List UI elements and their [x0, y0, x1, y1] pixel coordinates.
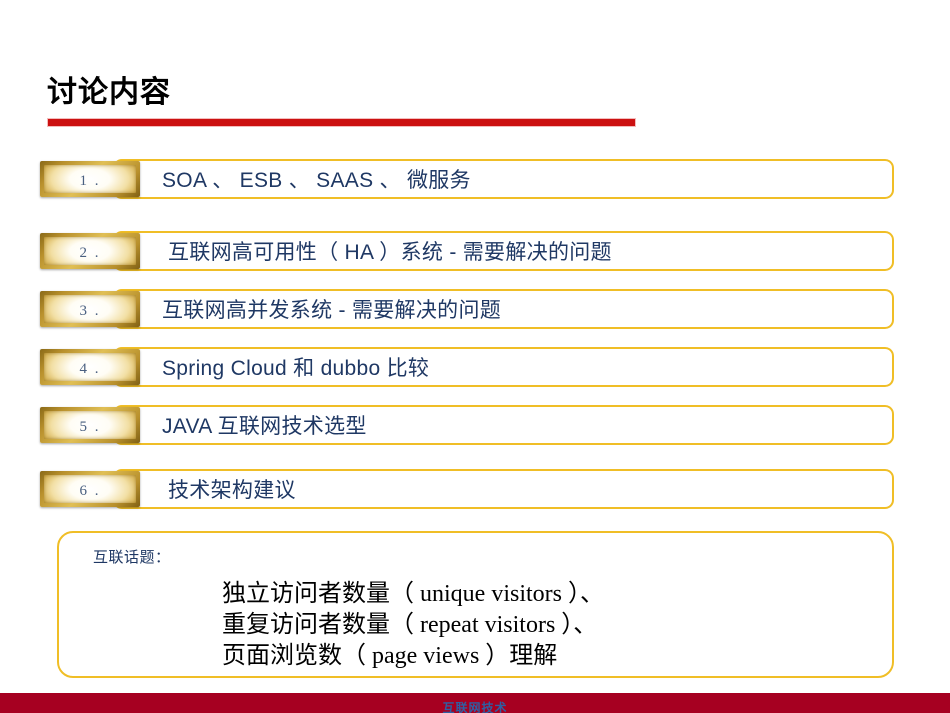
note-line: 重复访问者数量（ repeat visitors ）、 [222, 612, 598, 638]
agenda-row[interactable]: 3 . 互联网高并发系统 - 需要解决的问题 [40, 289, 894, 329]
agenda-number-label: 4 . [79, 360, 101, 377]
agenda-row[interactable]: 2 . 互联网高可用性（ HA ）系统 - 需要解决的问题 [40, 231, 894, 271]
agenda-number-badge: 3 . [40, 291, 140, 327]
note-line: 独立访问者数量（ unique visitors ）、 [222, 581, 604, 607]
agenda-number-badge-inner: 6 . [44, 475, 136, 503]
agenda-number-badge-inner: 4 . [44, 353, 136, 381]
agenda-number-badge: 1 . [40, 161, 140, 197]
agenda-number-badge: 4 . [40, 349, 140, 385]
note-body: 独立访问者数量（ unique visitors ）、 重复访问者数量（ rep… [222, 579, 604, 672]
footer-label: 互联网技术 [442, 701, 508, 713]
agenda-number-badge-inner: 1 . [44, 165, 136, 193]
agenda-number-badge-inner: 5 . [44, 411, 136, 439]
agenda-number-label: 5 . [79, 418, 101, 435]
agenda-row[interactable]: 1 . SOA 、 ESB 、 SAAS 、 微服务 [40, 159, 894, 199]
agenda-number-label: 1 . [79, 172, 101, 189]
agenda-item-label: SOA 、 ESB 、 SAAS 、 微服务 [162, 169, 471, 192]
agenda-number-badge: 2 . [40, 233, 140, 269]
agenda-item-label: Spring Cloud 和 dubbo 比较 [162, 357, 430, 380]
page-title: 讨论内容 [47, 76, 171, 109]
agenda-number-badge: 5 . [40, 407, 140, 443]
agenda-row[interactable]: 6 . 技术架构建议 [40, 469, 894, 509]
agenda-row[interactable]: 5 . JAVA 互联网技术选型 [40, 405, 894, 445]
agenda-item-label: 互联网高可用性（ HA ）系统 - 需要解决的问题 [168, 241, 612, 264]
agenda-number-badge-inner: 2 . [44, 237, 136, 265]
agenda-number-label: 2 . [79, 244, 101, 261]
title-underline-rule [47, 118, 636, 127]
note-box: 互联话题： 独立访问者数量（ unique visitors ）、 重复访问者数… [57, 531, 894, 678]
note-heading: 互联话题： [93, 549, 171, 566]
agenda-row[interactable]: 4 . Spring Cloud 和 dubbo 比较 [40, 347, 894, 387]
agenda-item-label: 互联网高并发系统 - 需要解决的问题 [162, 299, 502, 322]
agenda-item-label: 技术架构建议 [168, 479, 296, 502]
agenda-number-badge: 6 . [40, 471, 140, 507]
agenda-item-label: JAVA 互联网技术选型 [162, 415, 367, 438]
note-line: 页面浏览数（ page views ）理解 [222, 643, 558, 669]
agenda-number-label: 6 . [79, 482, 101, 499]
agenda-number-badge-inner: 3 . [44, 295, 136, 323]
agenda-number-label: 3 . [79, 302, 101, 319]
footer-bar: 互联网技术 [0, 693, 950, 713]
